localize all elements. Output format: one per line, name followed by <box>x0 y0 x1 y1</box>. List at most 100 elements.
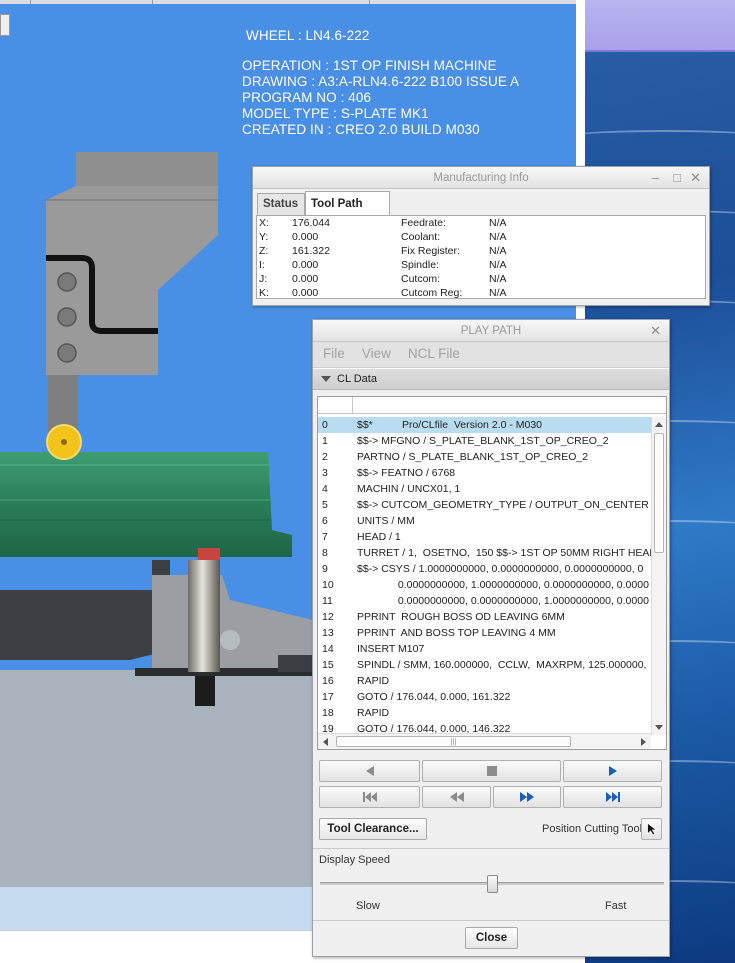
play-path-menubar: File View NCL File <box>313 342 669 368</box>
menu-ncl-file[interactable]: NCL File <box>408 346 460 361</box>
close-icon[interactable]: ✕ <box>690 167 701 189</box>
scroll-down-arrow-icon[interactable] <box>655 725 663 730</box>
cl-row-number: 11 <box>322 595 333 607</box>
cl-row-number: 15 <box>322 659 334 671</box>
cl-row-text: MACHIN / UNCX01, 1 <box>357 483 461 495</box>
cl-row-text: 0.0000000000, 1.0000000000, 0.0000000000… <box>357 579 649 591</box>
cl-data-row[interactable]: 12 PPRINT ROUGH BOSS OD LEAVING 6MM <box>318 609 651 625</box>
created-in-line: CREATED IN : CREO 2.0 BUILD M030 <box>242 122 480 137</box>
cl-row-text: INSERT M107 <box>357 643 425 655</box>
fast-rewind-button[interactable] <box>422 786 491 808</box>
cl-data-row[interactable]: 0 $$* Pro/CLfile Version 2.0 - M030 <box>318 417 651 433</box>
cl-data-row[interactable]: 9 $$-> CSYS / 1.0000000000, 0.0000000000,… <box>318 561 651 577</box>
cl-data-row[interactable]: 13 PPRINT AND BOSS TOP LEAVING 4 MM <box>318 625 651 641</box>
cl-row-text: RAPID <box>357 707 390 719</box>
scroll-right-arrow-icon[interactable] <box>641 738 646 746</box>
play-path-titlebar[interactable]: PLAY PATH ✕ <box>313 320 669 342</box>
coord-label-y: Y: <box>259 231 269 243</box>
cl-data-section-header[interactable]: CL Data <box>313 368 669 390</box>
coord-label-i: I: <box>259 259 265 271</box>
program-line: PROGRAM NO : 406 <box>242 90 372 105</box>
param-label-cutcom-reg: Cutcom Reg: <box>401 287 463 299</box>
cl-data-row[interactable]: 6 UNITS / MM <box>318 513 651 529</box>
cl-data-row[interactable]: 3 $$-> FEATNO / 6768 <box>318 465 651 481</box>
cl-row-number: 4 <box>322 483 328 495</box>
cl-row-number: 17 <box>322 691 334 703</box>
cl-row-number: 18 <box>322 707 334 719</box>
forward-to-end-icon <box>605 792 620 802</box>
cl-data-list[interactable]: 0 $$* Pro/CLfile Version 2.0 - M030 1 $$-> … <box>317 396 667 750</box>
mfg-titlebar[interactable]: Manufacturing Info – □ ✕ <box>253 167 709 189</box>
rewind-to-start-button[interactable] <box>319 786 420 808</box>
play-forward-button[interactable] <box>563 760 662 782</box>
horizontal-scroll-thumb[interactable]: ||| <box>336 736 571 747</box>
cl-row-number: 8 <box>322 547 328 559</box>
position-cutting-tool-button[interactable] <box>641 818 662 840</box>
cl-row-number: 12 <box>322 611 334 623</box>
cl-row-number: 0 <box>322 419 328 431</box>
cl-data-row[interactable]: 16 RAPID <box>318 673 651 689</box>
horizontal-scrollbar[interactable]: ||| <box>318 733 651 749</box>
display-speed-label: Display Speed <box>319 854 390 866</box>
param-value-feedrate: N/A <box>489 217 507 229</box>
scroll-left-arrow-icon[interactable] <box>323 738 328 746</box>
cl-data-row[interactable]: 7 HEAD / 1 <box>318 529 651 545</box>
tool-clearance-button[interactable]: Tool Clearance... <box>319 818 427 840</box>
cl-row-text: $$-> CUTCOM_GEOMETRY_TYPE / OUTPUT_ON_CE… <box>357 499 649 511</box>
forward-to-end-button[interactable] <box>563 786 662 808</box>
stop-button[interactable] <box>422 760 561 782</box>
scroll-up-arrow-icon[interactable] <box>655 422 663 427</box>
slow-label: Slow <box>356 900 380 912</box>
cl-row-number: 10 <box>322 579 334 591</box>
cl-data-row[interactable]: 15 SPINDL / SMM, 160.000000, CCLW, MAXRPM… <box>318 657 651 673</box>
cl-data-row[interactable]: 8 TURRET / 1, OSETNO, 150 $$-> 1ST OP 50M… <box>318 545 651 561</box>
cl-row-number: 1 <box>322 435 328 447</box>
cl-row-number: 7 <box>322 531 328 543</box>
vertical-scrollbar[interactable] <box>651 417 666 735</box>
menu-view[interactable]: View <box>362 346 391 361</box>
part-info-overlay: WHEEL : LN4.6-222 OPERATION : 1ST OP FIN… <box>242 28 519 138</box>
cl-data-row[interactable]: 1 $$-> MFGNO / S_PLATE_BLANK_1ST_OP_CREO_… <box>318 433 651 449</box>
vertical-scroll-thumb[interactable] <box>654 433 664 553</box>
coord-label-k: K: <box>259 287 269 299</box>
param-label-coolant: Coolant: <box>401 231 441 243</box>
cl-data-row[interactable]: 11 0.0000000000, 0.0000000000, 1.0000000… <box>318 593 651 609</box>
cl-data-row[interactable]: 10 0.0000000000, 1.0000000000, 0.0000000… <box>318 577 651 593</box>
coord-value-z: 161.322 <box>292 245 330 257</box>
step-back-button[interactable] <box>319 760 420 782</box>
cl-data-row[interactable]: 18 RAPID <box>318 705 651 721</box>
play-path-window[interactable]: PLAY PATH ✕ File View NCL File CL Data 0… <box>312 319 670 957</box>
close-button[interactable]: Close <box>465 927 518 949</box>
coord-value-x: 176.044 <box>292 217 330 229</box>
cl-data-row[interactable]: 4 MACHIN / UNCX01, 1 <box>318 481 651 497</box>
close-icon[interactable]: ✕ <box>650 320 661 342</box>
fast-forward-button[interactable] <box>493 786 561 808</box>
drawing-line: DRAWING : A3:A-RLN4.6-222 B100 ISSUE A <box>242 74 520 89</box>
play-path-title: PLAY PATH <box>460 325 522 337</box>
cl-data-row[interactable]: 2 PARTNO / S_PLATE_BLANK_1ST_OP_CREO_2 <box>318 449 651 465</box>
collapse-triangle-icon[interactable] <box>321 376 331 383</box>
menu-file[interactable]: File <box>323 346 345 361</box>
cl-data-row[interactable]: 14 INSERT M107 <box>318 641 651 657</box>
cl-data-row[interactable]: 5 $$-> CUTCOM_GEOMETRY_TYPE / OUTPUT_ON_C… <box>318 497 651 513</box>
cl-data-rows[interactable]: 0 $$* Pro/CLfile Version 2.0 - M030 1 $$-> … <box>318 417 651 734</box>
param-value-spindle: N/A <box>489 259 507 271</box>
param-value-coolant: N/A <box>489 231 507 243</box>
cl-row-text: SPINDL / SMM, 160.000000, CCLW, MAXRPM, … <box>357 659 647 671</box>
maximize-icon[interactable]: □ <box>673 167 681 189</box>
divider <box>313 920 669 921</box>
arrow-cursor-icon <box>646 822 657 836</box>
display-speed-slider-thumb[interactable] <box>486 875 498 893</box>
cl-data-row[interactable]: 17 GOTO / 176.044, 0.000, 161.322 <box>318 689 651 705</box>
cl-row-number: 14 <box>322 643 334 655</box>
coord-value-k: 0.000 <box>292 287 319 299</box>
manufacturing-info-window[interactable]: Manufacturing Info – □ ✕ Status Tool Pat… <box>252 166 710 306</box>
cl-row-number: 6 <box>322 515 328 527</box>
rewind-to-start-icon <box>362 792 377 802</box>
tab-status[interactable]: Status <box>257 193 305 215</box>
cl-data-section-label: CL Data <box>337 373 377 385</box>
tab-tool-path-info[interactable]: Tool Path Info <box>305 191 390 234</box>
minimize-icon[interactable]: – <box>652 167 659 189</box>
cl-row-text: HEAD / 1 <box>357 531 401 543</box>
step-back-icon <box>365 766 374 776</box>
